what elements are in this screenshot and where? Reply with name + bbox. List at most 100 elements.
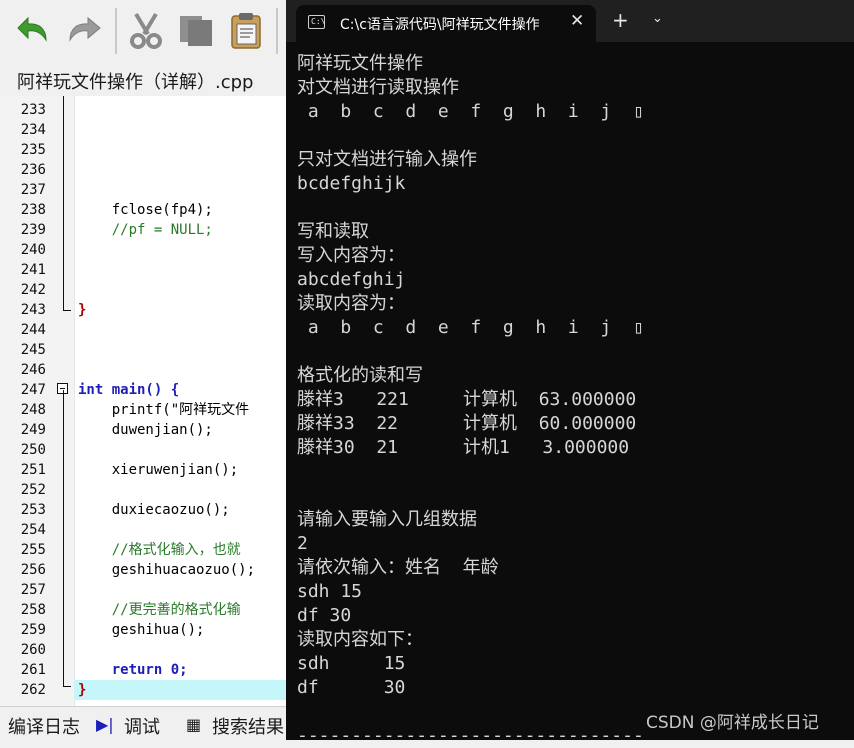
code-text: //格式化输入，也就 bbox=[78, 542, 241, 558]
console-line: 阿祥玩文件操作 bbox=[297, 53, 423, 74]
line-number: 235 bbox=[20, 142, 46, 158]
line-number: 247 bbox=[20, 382, 46, 398]
console-line: df 30 bbox=[297, 605, 352, 626]
console-line: 请依次输入：姓名 年龄 bbox=[297, 557, 499, 578]
line-number: 258 bbox=[20, 602, 46, 618]
console-line: 滕祥33 22 计算机 60.000000 bbox=[297, 413, 637, 434]
code-line[interactable]: 248 printf("阿祥玩文件 bbox=[0, 400, 300, 420]
code-line[interactable]: 250 bbox=[0, 440, 300, 460]
code-line[interactable]: 259 geshihua(); bbox=[0, 620, 300, 640]
console-output[interactable]: 阿祥玩文件操作 对文档进行读取操作 a b c d e f g h i j ▯ 只对… bbox=[297, 52, 847, 748]
code-line[interactable]: 237 bbox=[0, 180, 300, 200]
code-text: duwenjian(); bbox=[78, 422, 213, 438]
toolbar-separator bbox=[276, 8, 278, 54]
code-line[interactable]: 240 bbox=[0, 240, 300, 260]
console-line: 写和读取 bbox=[297, 221, 369, 242]
console-line: 2 bbox=[297, 533, 308, 554]
undo-icon[interactable] bbox=[16, 10, 56, 50]
line-number: 254 bbox=[20, 522, 46, 538]
tab-debug[interactable]: 调试 bbox=[124, 713, 160, 739]
code-line[interactable]: 260 bbox=[0, 640, 300, 660]
code-line[interactable]: 257 bbox=[0, 580, 300, 600]
line-number: 257 bbox=[20, 582, 46, 598]
code-line[interactable]: 236 bbox=[0, 160, 300, 180]
code-text: } bbox=[78, 302, 87, 318]
close-icon[interactable]: ✕ bbox=[570, 11, 584, 31]
code-line[interactable]: 233 bbox=[0, 100, 300, 120]
tab-compile-log[interactable]: 编译日志 bbox=[8, 713, 80, 739]
copy-icon[interactable] bbox=[176, 10, 216, 50]
terminal-window[interactable]: C:\ C:\c语言源代码\阿祥玩文件操作 ✕ + ⌄ 阿祥玩文件操作 对文档进行… bbox=[286, 0, 854, 746]
line-number: 233 bbox=[20, 102, 46, 118]
code-line[interactable]: 245 bbox=[0, 340, 300, 360]
code-line[interactable]: 251 xieruwenjian(); bbox=[0, 460, 300, 480]
chevron-down-icon[interactable]: ⌄ bbox=[652, 11, 663, 26]
console-line: 写入内容为： bbox=[297, 245, 405, 266]
code-text: printf("阿祥玩文件 bbox=[78, 402, 250, 418]
file-tab[interactable]: 阿祥玩文件操作（详解）.cpp bbox=[0, 60, 300, 97]
console-line: 读取内容为： bbox=[297, 293, 405, 314]
new-tab-button[interactable]: + bbox=[612, 8, 629, 32]
code-line[interactable]: 247 int main() { bbox=[0, 380, 300, 400]
code-line[interactable]: 239 //pf = NULL; bbox=[0, 220, 300, 240]
paste-icon[interactable] bbox=[226, 10, 266, 50]
line-number: 256 bbox=[20, 562, 46, 578]
code-line[interactable]: 243} bbox=[0, 300, 300, 320]
code-text: //pf = NULL; bbox=[78, 222, 213, 238]
code-text: return 0; bbox=[78, 662, 188, 678]
code-line[interactable]: 238 fclose(fp4); bbox=[0, 200, 300, 220]
terminal-tab[interactable]: C:\ C:\c语言源代码\阿祥玩文件操作 ✕ bbox=[296, 5, 596, 42]
code-line[interactable]: 255 //格式化输入，也就 bbox=[0, 540, 300, 560]
line-number: 236 bbox=[20, 162, 46, 178]
line-number: 237 bbox=[20, 182, 46, 198]
console-line: df 30 bbox=[297, 677, 406, 698]
code-line[interactable]: 262} bbox=[0, 680, 300, 700]
code-line[interactable]: 258 //更完善的格式化输 bbox=[0, 600, 300, 620]
line-number: 241 bbox=[20, 262, 46, 278]
code-line[interactable]: 235 bbox=[0, 140, 300, 160]
line-number: 253 bbox=[20, 502, 46, 518]
code-editor[interactable]: 233 234 235 236 237 238 fclose(fp4); 239 //pf … bbox=[0, 96, 300, 706]
code-line[interactable]: 234 bbox=[0, 120, 300, 140]
code-text: //更完善的格式化输 bbox=[78, 602, 241, 618]
code-text: int main() { bbox=[78, 382, 180, 398]
ide-toolbar bbox=[0, 0, 300, 61]
line-number: 242 bbox=[20, 282, 46, 298]
console-icon-text: C:\ bbox=[311, 17, 326, 26]
toolbar-separator bbox=[115, 8, 117, 54]
line-number: 260 bbox=[20, 642, 46, 658]
console-line: bcdefghijk bbox=[297, 173, 406, 194]
console-line: abcdefghij bbox=[297, 269, 406, 290]
line-number: 246 bbox=[20, 362, 46, 378]
redo-icon[interactable] bbox=[64, 10, 104, 50]
code-line[interactable]: 252 bbox=[0, 480, 300, 500]
cut-icon[interactable] bbox=[126, 10, 166, 50]
console-line: 请输入要输入几组数据 bbox=[297, 509, 477, 530]
code-line[interactable]: 249 duwenjian(); bbox=[0, 420, 300, 440]
line-number: 250 bbox=[20, 442, 46, 458]
line-number: 243 bbox=[20, 302, 46, 318]
tab-search-results[interactable]: 搜索结果 bbox=[212, 713, 284, 739]
console-line: 读取内容如下： bbox=[297, 629, 423, 650]
code-line[interactable]: 256 geshihuacaozuo(); bbox=[0, 560, 300, 580]
code-line[interactable]: 244 bbox=[0, 320, 300, 340]
line-number: 244 bbox=[20, 322, 46, 338]
console-icon: C:\ bbox=[308, 15, 325, 29]
code-line[interactable]: 254 bbox=[0, 520, 300, 540]
line-number: 239 bbox=[20, 222, 46, 238]
search-results-icon: ▦ bbox=[186, 715, 202, 734]
line-number: 255 bbox=[20, 542, 46, 558]
bottom-panel-tabs: 编译日志 ▶| 调试 ▦ 搜索结果 bbox=[0, 706, 300, 741]
code-line[interactable]: 261 return 0; bbox=[0, 660, 300, 680]
code-line[interactable]: 242 bbox=[0, 280, 300, 300]
code-text: geshihuacaozuo(); bbox=[78, 562, 256, 578]
terminal-tab-title: C:\c语言源代码\阿祥玩文件操作 bbox=[340, 17, 540, 33]
code-line[interactable]: 246 bbox=[0, 360, 300, 380]
line-number: 259 bbox=[20, 622, 46, 638]
line-number: 262 bbox=[20, 682, 46, 698]
code-line[interactable]: 253 duxiecaozuo(); bbox=[0, 500, 300, 520]
console-line: sdh 15 bbox=[297, 653, 406, 674]
file-tab-label: 阿祥玩文件操作（详解）.cpp bbox=[17, 72, 254, 93]
line-number: 248 bbox=[20, 402, 46, 418]
code-line[interactable]: 241 bbox=[0, 260, 300, 280]
